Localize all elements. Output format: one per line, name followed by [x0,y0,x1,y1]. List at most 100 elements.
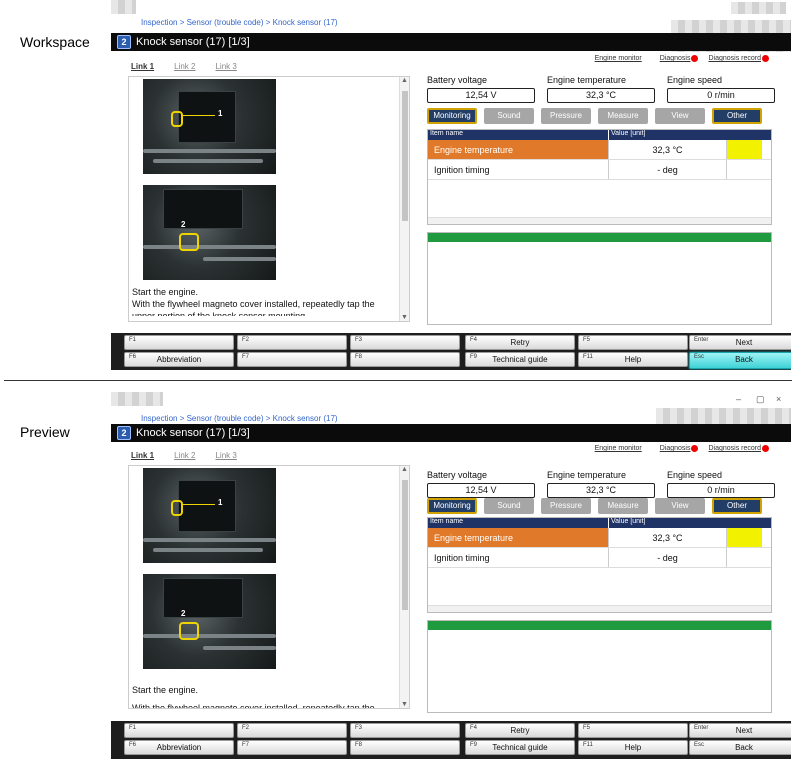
back-button[interactable]: Esc Back [689,740,791,755]
abbreviation-button[interactable]: F6 Abbreviation [124,740,234,755]
maximize-icon[interactable]: ▢ [756,394,765,405]
tab-link-2[interactable]: Link 2 [174,451,195,460]
table-row[interactable]: Ignition timing - deg [428,160,771,180]
diagnosis-link[interactable]: Diagnosis [660,55,699,62]
battery-voltage-readout: Battery voltage 12,54 V [427,470,535,498]
scroll-up-icon[interactable]: ▲ [401,77,408,84]
workspace-label: Workspace [20,34,90,50]
param-label: Engine speed [667,470,723,480]
scroll-thumb[interactable] [402,91,408,221]
scroll-thumb[interactable] [402,480,408,610]
scroll-up-icon[interactable]: ▲ [401,466,408,473]
retry-button[interactable]: F4 Retry [465,335,575,350]
tab-link-3[interactable]: Link 3 [215,62,236,71]
param-value: 12,54 V [427,88,535,103]
abbreviation-button[interactable]: F6 Abbreviation [124,352,234,367]
back-button[interactable]: Esc Back [689,352,791,369]
alert-dot-icon [691,445,699,452]
next-button[interactable]: Enter Next [689,723,791,738]
help-button[interactable]: F11 Help [578,740,688,755]
instruction-line: With the flywheel magneto cover installe… [132,703,375,708]
window-topbar [111,0,791,14]
col-value: Value [unit] [608,518,723,528]
tab-link-1[interactable]: Link 1 [131,451,154,460]
table-row[interactable]: Ignition timing - deg [428,548,771,568]
breadcrumb[interactable]: Inspection > Sensor (trouble code) > Kno… [141,414,338,423]
tab-monitoring[interactable]: Monitoring [427,498,477,514]
f5-button[interactable]: F5 [578,723,688,738]
param-label: Battery voltage [427,470,488,480]
f1-button[interactable]: F1 [124,335,234,350]
f1-button[interactable]: F1 [124,723,234,738]
f3-button[interactable]: F3 [350,723,460,738]
table-scrollbar[interactable] [428,217,771,224]
instruction-pane[interactable]: 1 2 Start the engine. With the flywheel … [128,76,410,322]
scroll-down-icon[interactable]: ▼ [401,314,408,321]
technical-guide-button[interactable]: F9 Technical guide [465,740,575,755]
tab-other[interactable]: Other [712,108,762,124]
graph-header-bar [428,233,771,242]
item-value: - deg [608,160,726,179]
minimize-icon[interactable]: – [736,394,741,404]
table-row[interactable]: Engine temperature 32,3 °C [428,140,771,160]
redacted-area [111,392,163,406]
tab-link-3[interactable]: Link 3 [215,451,236,460]
graph-color-swatch [726,160,762,179]
tab-monitoring[interactable]: Monitoring [427,108,477,124]
diagnosis-record-link[interactable]: Diagnosis record [708,445,769,452]
diagnosis-link[interactable]: Diagnosis [660,445,699,452]
table-row[interactable]: Engine temperature 32,3 °C [428,528,771,548]
callout-ring [179,233,199,251]
tab-other[interactable]: Other [712,498,762,514]
technical-guide-button[interactable]: F9 Technical guide [465,352,575,367]
callout-number: 1 [218,498,223,507]
tab-sound[interactable]: Sound [484,108,534,124]
instruction-scrollbar[interactable]: ▲ ▼ [399,77,409,321]
close-icon[interactable]: × [776,394,781,404]
instruction-pane[interactable]: 1 2 Start the engine. With the flywheel … [128,465,410,709]
f3-button[interactable]: F3 [350,335,460,350]
engine-temperature-readout: Engine temperature 32,3 °C [547,75,655,103]
engine-photo-1: 1 [143,79,276,174]
tab-measure[interactable]: Measure [598,498,648,514]
tab-link-2[interactable]: Link 2 [174,62,195,71]
scroll-down-icon[interactable]: ▼ [401,701,408,708]
instruction-scrollbar[interactable]: ▲ ▼ [399,466,409,708]
f8-button[interactable]: F8 [350,740,460,755]
diagnosis-record-link[interactable]: Diagnosis record [708,55,769,62]
param-value: 32,3 °C [547,88,655,103]
engine-monitor-link[interactable]: Engine monitor [595,55,650,62]
f2-button[interactable]: F2 [237,723,347,738]
instruction-line: Start the engine. [132,287,199,297]
link-tabs: Link 1 Link 2 Link 3 [131,62,237,71]
wire-harness [143,245,276,249]
f2-button[interactable]: F2 [237,335,347,350]
ecu-block [178,480,236,532]
graph-header-bar [428,621,771,630]
engine-block [163,189,243,229]
callout-ring [171,111,183,127]
item-name: Engine temperature [428,140,608,159]
tab-view[interactable]: View [655,108,705,124]
help-button[interactable]: F11 Help [578,352,688,367]
instruction-text: Start the engine. With the flywheel magn… [132,286,394,316]
parameter-readouts: Battery voltage 12,54 V Engine temperatu… [427,75,775,103]
f7-button[interactable]: F7 [237,740,347,755]
f5-button[interactable]: F5 [578,335,688,350]
tab-measure[interactable]: Measure [598,108,648,124]
engine-monitor-link[interactable]: Engine monitor [595,445,650,452]
tab-pressure[interactable]: Pressure [541,498,591,514]
callout-number: 2 [181,220,186,229]
tab-pressure[interactable]: Pressure [541,108,591,124]
param-value: 0 r/min [667,88,775,103]
tab-sound[interactable]: Sound [484,498,534,514]
retry-button[interactable]: F4 Retry [465,723,575,738]
instruction-line: upper portion of the knock sensor mounti… [132,311,306,316]
tab-view[interactable]: View [655,498,705,514]
tab-link-1[interactable]: Link 1 [131,62,154,71]
breadcrumb[interactable]: Inspection > Sensor (trouble code) > Kno… [141,18,338,27]
f8-button[interactable]: F8 [350,352,460,367]
table-scrollbar[interactable] [428,605,771,612]
next-button[interactable]: Enter Next [689,335,791,350]
f7-button[interactable]: F7 [237,352,347,367]
